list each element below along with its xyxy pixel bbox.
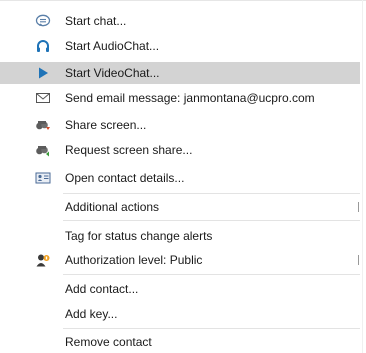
menu-item-share-screen[interactable]: Share screen... <box>0 114 360 136</box>
submenu-arrow-icon <box>358 202 359 212</box>
menu-item-label: Add contact... <box>65 282 139 296</box>
play-icon <box>35 66 51 80</box>
chat-icon <box>35 14 51 28</box>
menu-item-label: Request screen share... <box>65 143 193 157</box>
contact-context-menu: Start chat... Start AudioChat... Start V… <box>0 0 366 353</box>
menu-item-add-contact[interactable]: Add contact... <box>0 278 360 300</box>
menu-separator <box>63 193 360 194</box>
menu-item-label: Start AudioChat... <box>65 39 160 53</box>
envelope-icon <box>35 91 51 105</box>
menu-separator <box>63 274 360 275</box>
menu-item-label: Additional actions <box>65 200 160 214</box>
menu-top-border <box>0 0 366 1</box>
menu-item-label: Start VideoChat... <box>65 66 160 80</box>
headset-icon <box>35 39 51 53</box>
menu-item-label: Send email message: janmontana@ucpro.com <box>65 91 315 105</box>
menu-item-label: Add key... <box>65 307 118 321</box>
menu-item-label: Open contact details... <box>65 171 185 185</box>
menu-right-border <box>362 0 363 353</box>
menu-separator <box>63 328 360 329</box>
menu-item-tag-status-alerts[interactable]: Tag for status change alerts <box>0 225 360 247</box>
share-screen-icon <box>35 118 51 132</box>
contact-card-icon <box>35 171 51 185</box>
menu-item-open-contact-details[interactable]: Open contact details... <box>0 167 360 189</box>
menu-item-label: Start chat... <box>65 14 127 28</box>
request-screen-share-icon <box>35 143 51 157</box>
menu-item-label: Remove contact <box>65 335 152 349</box>
menu-item-start-chat[interactable]: Start chat... <box>0 10 360 32</box>
menu-item-label: Share screen... <box>65 118 147 132</box>
menu-item-label: Authorization level: Public <box>65 253 203 267</box>
menu-item-remove-contact[interactable]: Remove contact <box>0 331 360 353</box>
menu-item-add-key[interactable]: Add key... <box>0 303 360 325</box>
menu-separator <box>63 220 360 221</box>
menu-item-send-email[interactable]: Send email message: janmontana@ucpro.com <box>0 87 360 109</box>
menu-item-authorization-level[interactable]: Authorization level: Public <box>0 249 360 271</box>
menu-item-start-videochat[interactable]: Start VideoChat... <box>0 62 360 84</box>
user-authorization-icon <box>35 253 51 267</box>
menu-item-request-screen-share[interactable]: Request screen share... <box>0 139 360 161</box>
menu-item-label: Tag for status change alerts <box>65 229 213 243</box>
menu-item-start-audiochat[interactable]: Start AudioChat... <box>0 35 360 57</box>
submenu-arrow-icon <box>358 255 359 265</box>
menu-item-additional-actions[interactable]: Additional actions <box>0 196 360 218</box>
